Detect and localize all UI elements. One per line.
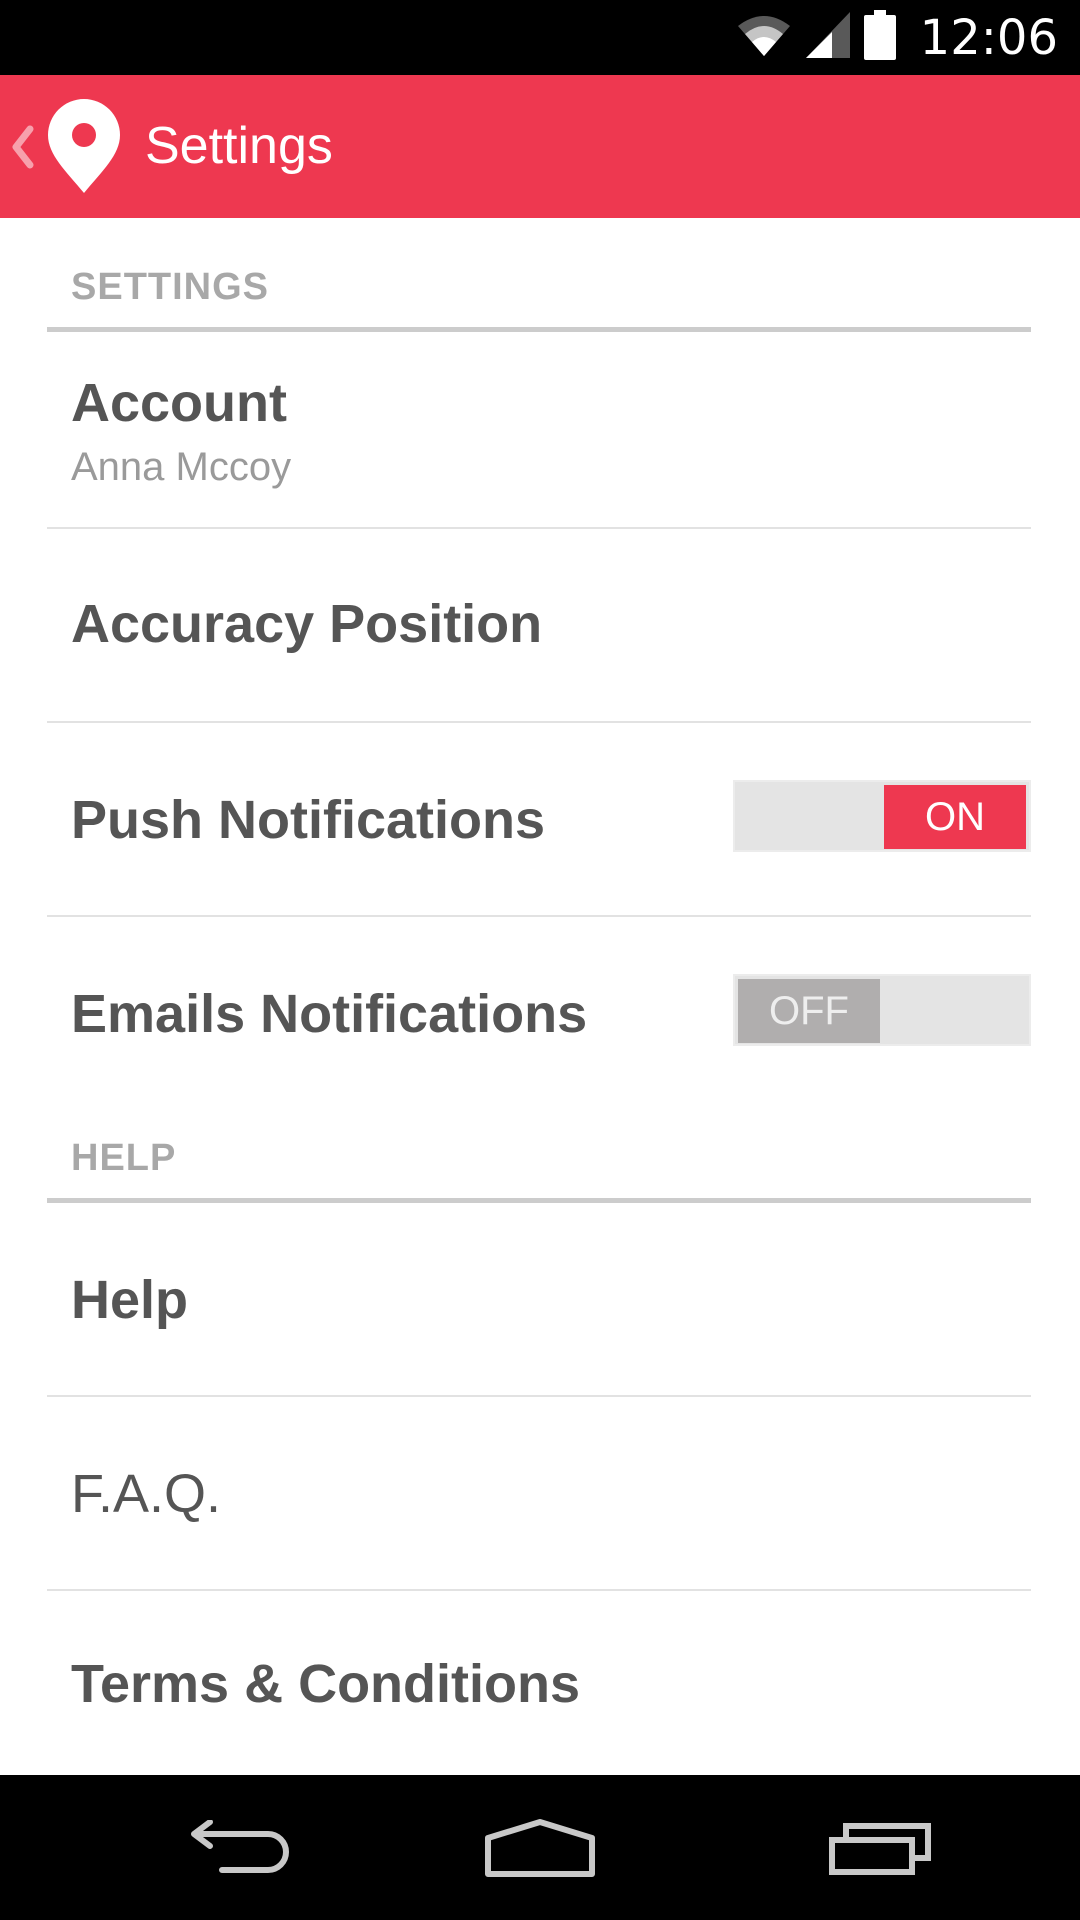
- page-title: Settings: [145, 117, 333, 175]
- chevron-left-icon[interactable]: [10, 125, 36, 169]
- recent-apps-icon[interactable]: [780, 1775, 980, 1920]
- emails-notifications-toggle[interactable]: OFF: [733, 974, 1031, 1046]
- cell-signal-icon: [805, 12, 850, 63]
- settings-list: SETTINGS Account Anna Mccoy Accuracy Pos…: [0, 218, 1080, 1775]
- help-item-help[interactable]: Help: [47, 1203, 1031, 1397]
- section-header-help: HELP: [47, 1109, 1031, 1203]
- section-header-settings: SETTINGS: [47, 218, 1031, 332]
- account-subtitle: Anna Mccoy: [71, 445, 292, 489]
- home-icon[interactable]: [440, 1775, 640, 1920]
- battery-icon: [863, 10, 896, 65]
- section-header-label: SETTINGS: [71, 266, 270, 308]
- settings-item-accuracy-position[interactable]: Accuracy Position: [47, 529, 1031, 723]
- back-icon[interactable]: [140, 1775, 340, 1920]
- account-title: Account: [71, 373, 287, 433]
- wifi-icon: [736, 12, 792, 63]
- toggle-off-label: OFF: [738, 979, 880, 1043]
- status-bar: 12:06: [0, 0, 1080, 75]
- location-pin-icon[interactable]: [46, 99, 122, 195]
- emails-notifications-title: Emails Notifications: [71, 984, 588, 1044]
- status-icons: 12:06: [736, 0, 1058, 75]
- push-notifications-toggle[interactable]: ON: [733, 780, 1031, 852]
- status-time: 12:06: [919, 9, 1058, 66]
- settings-item-emails-notifications: Emails Notifications OFF: [47, 917, 1031, 1109]
- push-notifications-title: Push Notifications: [71, 790, 546, 850]
- faq-title: F.A.Q.: [71, 1464, 222, 1524]
- help-item-terms[interactable]: Terms & Conditions: [47, 1591, 1031, 1775]
- help-item-faq[interactable]: F.A.Q.: [47, 1397, 1031, 1591]
- settings-item-push-notifications: Push Notifications ON: [47, 723, 1031, 917]
- app-bar: Settings: [0, 75, 1080, 218]
- section-header-label: HELP: [71, 1137, 177, 1179]
- help-title: Help: [71, 1270, 189, 1330]
- settings-item-account[interactable]: Account Anna Mccoy: [47, 332, 1031, 529]
- terms-title: Terms & Conditions: [71, 1654, 581, 1714]
- system-nav-bar: [0, 1775, 1080, 1920]
- toggle-on-label: ON: [884, 785, 1026, 849]
- accuracy-position-title: Accuracy Position: [71, 594, 543, 654]
